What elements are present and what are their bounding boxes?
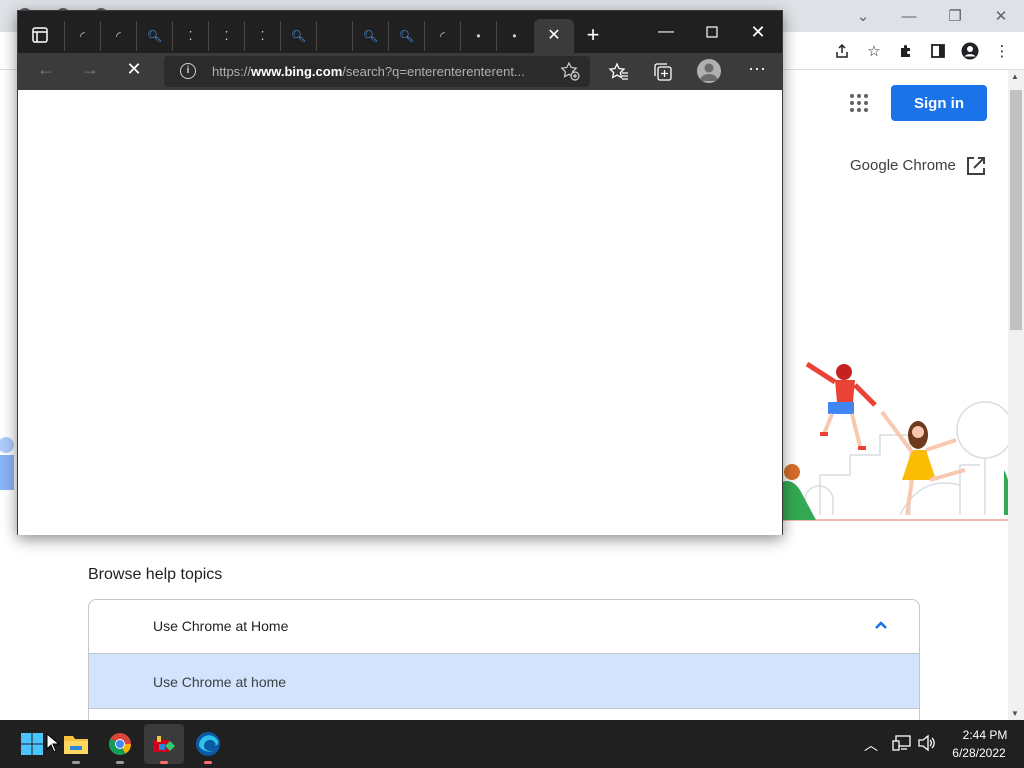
help-section-header-label: Use Chrome at Home <box>153 618 289 634</box>
help-section-item[interactable]: Use Chrome at home <box>89 653 919 709</box>
chrome-taskbar-button[interactable] <box>100 724 140 764</box>
file-explorer-icon <box>64 736 88 754</box>
edge-tab[interactable] <box>316 21 352 51</box>
app-icon <box>153 736 175 752</box>
dot-icon: • <box>476 29 481 43</box>
edge-toolbar: ← → ✕ i https://www.bing.com/search?q=en… <box>18 53 782 90</box>
more-icon[interactable]: ··· <box>744 59 770 83</box>
edge-page-content <box>18 90 782 535</box>
chrome-icon <box>109 733 131 755</box>
edge-tab[interactable]: ⁚ <box>208 21 244 51</box>
loading-icon: ⁚ <box>188 29 193 43</box>
google-chrome-link[interactable]: Google Chrome <box>850 157 956 174</box>
chrome-restore-button[interactable]: ❐ <box>932 0 978 32</box>
edge-taskbar-button[interactable] <box>188 724 228 764</box>
address-bar[interactable]: i https://www.bing.com/search?q=enterent… <box>164 56 590 87</box>
url-domain: www.bing.com <box>251 64 343 79</box>
url-path: /search?q=enterenterenterent... <box>342 64 525 79</box>
network-icon[interactable] <box>892 733 912 753</box>
start-icon <box>21 733 43 755</box>
volume-icon[interactable] <box>917 733 937 753</box>
edge-active-tab[interactable]: ✕ <box>534 19 574 53</box>
minimize-button[interactable]: — <box>646 17 686 47</box>
edge-close-button[interactable]: ✕ <box>738 17 778 47</box>
edge-window: ◜ ◜ 🔍︎ ⁚ ⁚ ⁚ 🔍︎ 🔍︎ 🔍︎ ◜ • • ✕ + — ✕ ← → … <box>17 10 783 535</box>
apps-grid-icon[interactable] <box>850 94 868 112</box>
tray-chevron-up-icon[interactable]: ︿ <box>864 735 878 755</box>
edge-tab[interactable]: ⁚ <box>172 21 208 51</box>
close-icon[interactable]: ✕ <box>546 28 562 44</box>
tab-actions-icon[interactable] <box>32 27 48 43</box>
external-link-icon[interactable] <box>965 155 987 177</box>
search-icon: 🔍︎ <box>398 29 415 43</box>
scrollbar-thumb[interactable] <box>1010 90 1022 330</box>
star-icon[interactable]: ☆ <box>858 36 890 66</box>
chrome-tab-search-icon[interactable]: ⌄ <box>840 0 886 32</box>
profile-icon[interactable] <box>697 59 721 83</box>
page-scrollbar[interactable]: ▲ ▼ <box>1008 70 1024 720</box>
scroll-up-icon[interactable]: ▲ <box>1011 72 1019 81</box>
edge-tab[interactable]: ⁚ <box>244 21 280 51</box>
address-url[interactable]: https://www.bing.com/search?q=enterenter… <box>212 64 552 79</box>
maximize-button[interactable] <box>692 17 732 47</box>
share-icon[interactable] <box>826 36 858 66</box>
forward-button[interactable]: → <box>78 59 102 83</box>
favorite-add-icon[interactable] <box>560 61 580 81</box>
loading-icon: ◜ <box>440 29 445 43</box>
scroll-down-icon[interactable]: ▼ <box>1011 709 1019 718</box>
file-explorer-button[interactable] <box>56 724 96 764</box>
stop-loading-button[interactable]: ✕ <box>122 59 146 83</box>
help-topics-card: Use Chrome at Home Use Chrome at home <box>88 599 920 729</box>
edge-tab[interactable]: ◜ <box>424 21 460 51</box>
chrome-close-button[interactable]: ✕ <box>978 0 1024 32</box>
url-scheme: https:// <box>212 64 252 79</box>
loading-icon: ◜ <box>80 29 85 43</box>
edge-icon <box>196 732 220 756</box>
edge-tab[interactable]: ◜ <box>64 21 100 51</box>
chrome-window-controls: ⌄ — ❐ ✕ <box>840 0 1024 32</box>
help-section-item-label: Use Chrome at home <box>153 674 287 690</box>
collections-icon[interactable] <box>652 61 674 83</box>
app-taskbar-button[interactable] <box>144 724 184 764</box>
edge-tab[interactable]: 🔍︎ <box>136 21 172 51</box>
chrome-toolbar-icons: ☆ ⋮ <box>826 36 1018 66</box>
taskbar: ︿ 2:44 PM 6/28/2022 <box>0 720 1024 768</box>
mouse-cursor-icon <box>46 733 60 753</box>
edge-tab[interactable]: 🔍︎ <box>352 21 388 51</box>
loading-icon: ⁚ <box>260 29 265 43</box>
clock-time[interactable]: 2:44 PM <box>950 728 1020 742</box>
loading-icon: ⁚ <box>224 29 229 43</box>
edge-tab[interactable]: • <box>496 21 532 51</box>
edge-titlebar: ◜ ◜ 🔍︎ ⁚ ⁚ ⁚ 🔍︎ 🔍︎ 🔍︎ ◜ • • ✕ + — ✕ <box>18 11 782 53</box>
dot-icon: • <box>512 29 517 43</box>
more-icon[interactable]: ⋮ <box>986 36 1018 66</box>
loading-icon: ◜ <box>116 29 121 43</box>
new-tab-button[interactable]: + <box>578 23 608 49</box>
edge-tab[interactable]: 🔍︎ <box>280 21 316 51</box>
info-icon[interactable]: i <box>180 63 196 79</box>
chrome-minimize-button[interactable]: — <box>886 0 932 32</box>
sign-in-button[interactable]: Sign in <box>891 85 987 121</box>
edge-tab[interactable]: 🔍︎ <box>388 21 424 51</box>
search-icon: 🔍︎ <box>362 29 379 43</box>
browse-help-title: Browse help topics <box>88 566 223 583</box>
search-icon: 🔍︎ <box>146 29 163 43</box>
search-icon: 🔍︎ <box>290 29 307 43</box>
edge-tab[interactable]: • <box>460 21 496 51</box>
chevron-up-icon[interactable] <box>873 618 889 634</box>
back-button[interactable]: ← <box>34 59 58 83</box>
side-panel-icon[interactable] <box>922 36 954 66</box>
help-section-header[interactable]: Use Chrome at Home <box>89 600 919 653</box>
profile-icon[interactable] <box>954 36 986 66</box>
clock-date[interactable]: 6/28/2022 <box>944 746 1014 760</box>
extensions-icon[interactable] <box>890 36 922 66</box>
favorites-icon[interactable] <box>608 61 630 83</box>
edge-tab[interactable]: ◜ <box>100 21 136 51</box>
